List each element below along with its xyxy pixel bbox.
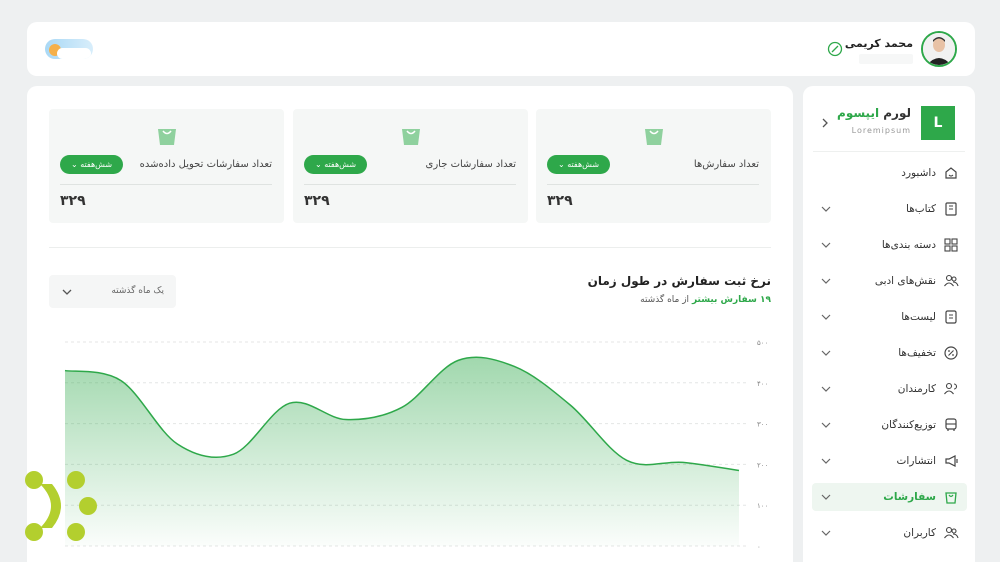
megaphone-icon bbox=[945, 455, 958, 467]
period-dropdown[interactable]: شش‌هفته ⌄ bbox=[60, 155, 123, 174]
sidebar-item-0[interactable]: داشبورد bbox=[812, 159, 967, 187]
stat-card-orders: تعداد سفارش‌ها شش‌هفته ⌄ ۳۲۹ bbox=[536, 109, 771, 223]
chevron-down-icon bbox=[821, 206, 831, 212]
y-tick-label: ۲۰۰ bbox=[757, 461, 768, 469]
y-tick-label: ۵۰۰ bbox=[757, 339, 768, 347]
chevron-down-icon bbox=[821, 314, 831, 320]
chevron-down-icon bbox=[62, 289, 72, 295]
sidebar-item-label: داشبورد bbox=[901, 167, 936, 179]
bag-icon bbox=[157, 129, 176, 145]
sidebar-item-3[interactable]: نقش‌های ادبی bbox=[812, 267, 967, 295]
y-tick-label: ۳۰۰ bbox=[757, 421, 768, 429]
logo: L bbox=[921, 106, 955, 140]
chart-subtitle: ۱۹ سفارش بیشتر از ماه گذشته bbox=[640, 295, 771, 305]
discount-icon bbox=[944, 346, 958, 360]
grid-icon bbox=[944, 238, 958, 252]
sidebar-item-label: لیست‌ها bbox=[901, 311, 936, 323]
y-tick-label: ۰ bbox=[757, 543, 761, 551]
y-tick-label: ۱۰۰ bbox=[757, 502, 768, 510]
chart-title: نرخ ثبت سفارش در طول زمان bbox=[587, 274, 771, 288]
sidebar: L لورم ایپسوم Loremipsum داشبورد کتاب‌ها د… bbox=[803, 86, 975, 562]
chevron-down-icon bbox=[821, 278, 831, 284]
avatar[interactable] bbox=[921, 31, 957, 67]
brand-subtitle: Loremipsum bbox=[851, 126, 911, 135]
divider bbox=[49, 247, 771, 248]
bag-icon bbox=[945, 492, 957, 504]
chevron-down-icon bbox=[821, 422, 831, 428]
stat-value: ۳۲۹ bbox=[304, 193, 330, 209]
bag-icon bbox=[401, 129, 420, 145]
stat-card-current: تعداد سفارشات جاری شش‌هفته ⌄ ۳۲۹ bbox=[293, 109, 528, 223]
stat-value: ۳۲۹ bbox=[547, 193, 573, 209]
stat-value: ۳۲۹ bbox=[60, 193, 86, 209]
user-name: محمد کریمی bbox=[844, 37, 913, 50]
sidebar-item-label: انتشارات bbox=[896, 455, 936, 467]
edit-icon[interactable] bbox=[827, 41, 843, 57]
sidebar-item-label: نقش‌های ادبی bbox=[874, 275, 936, 287]
sidebar-item-1[interactable]: کتاب‌ها bbox=[812, 195, 967, 223]
sidebar-item-2[interactable]: دسته بندی‌ها bbox=[812, 231, 967, 259]
weather-icon bbox=[45, 39, 93, 59]
brand-name: لورم ایپسوم bbox=[837, 106, 911, 120]
list-icon bbox=[945, 310, 957, 324]
bag-icon bbox=[644, 129, 663, 145]
decorative-logo bbox=[25, 471, 97, 541]
sidebar-item-5[interactable]: تخفیف‌ها bbox=[812, 339, 967, 367]
sidebar-item-8[interactable]: انتشارات bbox=[812, 447, 967, 475]
chart-area bbox=[65, 357, 739, 546]
sidebar-item-label: توزیع‌کنندگان bbox=[881, 419, 936, 431]
period-dropdown[interactable]: شش‌هفته ⌄ bbox=[547, 155, 610, 174]
user-role-placeholder bbox=[859, 54, 913, 64]
stat-title: تعداد سفارشات جاری bbox=[425, 159, 516, 170]
sidebar-item-label: سفارشات bbox=[883, 491, 936, 503]
sidebar-item-6[interactable]: کارمندان bbox=[812, 375, 967, 403]
top-bar: محمد کریمی bbox=[27, 22, 975, 76]
stat-title: تعداد سفارش‌ها bbox=[693, 159, 759, 170]
sidebar-item-9[interactable]: سفارشات bbox=[812, 483, 967, 511]
users-icon bbox=[944, 274, 959, 287]
book-icon bbox=[945, 202, 957, 216]
chevron-down-icon bbox=[821, 494, 831, 500]
sidebar-item-label: تخفیف‌ها bbox=[898, 347, 936, 359]
dashboard-icon bbox=[945, 167, 957, 179]
chevron-down-icon bbox=[821, 350, 831, 356]
chevron-down-icon bbox=[821, 242, 831, 248]
order-rate-chart: ۵۰۰ ۴۰۰ ۳۰۰ ۲۰۰ ۱۰۰ ۰ bbox=[64, 339, 768, 551]
sidebar-item-7[interactable]: توزیع‌کنندگان bbox=[812, 411, 967, 439]
period-select[interactable]: یک ماه گذشته bbox=[49, 275, 176, 308]
sidebar-item-label: کتاب‌ها bbox=[906, 203, 936, 215]
sidebar-item-4[interactable]: لیست‌ها bbox=[812, 303, 967, 331]
chevron-down-icon bbox=[821, 386, 831, 392]
main-panel: تعداد سفارش‌ها شش‌هفته ⌄ ۳۲۹ تعداد سفارش… bbox=[27, 86, 793, 562]
sidebar-item-10[interactable]: کاربران bbox=[812, 519, 967, 547]
stat-card-delivered: تعداد سفارشات تحویل داده‌شده شش‌هفته ⌄ ۳… bbox=[49, 109, 284, 223]
chevron-down-icon bbox=[821, 530, 831, 536]
employees-icon bbox=[944, 382, 958, 395]
sidebar-item-label: کارمندان bbox=[897, 383, 936, 395]
collapse-sidebar-icon[interactable] bbox=[819, 117, 831, 129]
period-dropdown[interactable]: شش‌هفته ⌄ bbox=[304, 155, 367, 174]
bus-icon bbox=[945, 418, 957, 431]
sidebar-item-label: دسته بندی‌ها bbox=[881, 239, 936, 251]
sidebar-item-label: کاربران bbox=[903, 527, 936, 539]
users-icon bbox=[944, 526, 959, 539]
y-tick-label: ۴۰۰ bbox=[757, 380, 768, 388]
stat-title: تعداد سفارشات تحویل داده‌شده bbox=[139, 159, 272, 170]
chevron-down-icon bbox=[821, 458, 831, 464]
